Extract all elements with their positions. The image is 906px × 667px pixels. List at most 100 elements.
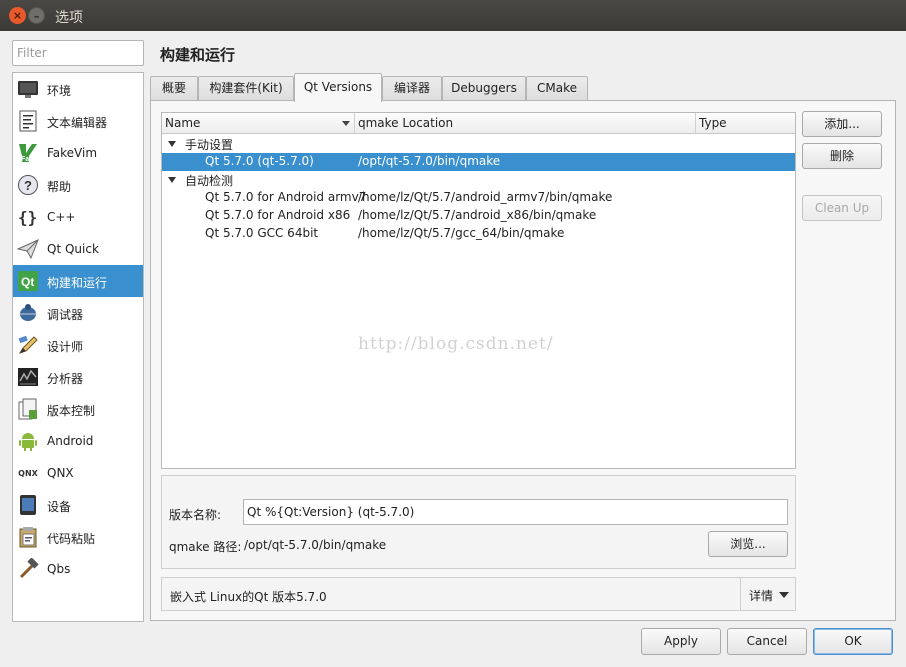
group-label: 手动设置 [185,138,234,152]
nav-item-help[interactable]: ? 帮助 [13,169,143,201]
column-header-type[interactable]: Type [696,113,795,134]
expander-down-icon[interactable] [168,141,176,147]
device-icon [17,494,39,516]
qmake-path-label: qmake 路径: [169,540,242,554]
table-row[interactable]: Qt 5.7.0 GCC 64bit /home/lz/Qt/5.7/gcc_6… [162,225,795,243]
version-name-label: 版本名称: [169,508,222,522]
nav-item-label: 文本编辑器 [47,116,108,130]
nav-item-label: QNX [47,466,74,480]
nav-item-version-control[interactable]: 版本控制 [13,393,143,425]
column-header-name[interactable]: Name [162,113,355,134]
tree-group-auto-detected[interactable]: 自动检测 [162,171,795,189]
tab-overview[interactable]: 概要 [150,76,198,101]
details-toggle-button[interactable]: 详情 [740,577,796,611]
nav-item-label: 设计师 [47,340,84,354]
tab-compilers[interactable]: 编译器 [382,76,442,101]
svg-text:Qt: Qt [21,275,34,289]
nav-item-fakevim[interactable]: Fake FakeVim [13,137,143,169]
code-paste-icon [17,526,39,548]
version-name-field[interactable] [243,499,788,525]
row-location: /home/lz/Qt/5.7/android_armv7/bin/qmake [358,190,613,204]
expander-down-icon[interactable] [168,177,176,183]
row-name: Qt 5.7.0 for Android armv7 [205,190,367,204]
nav-item-qnx[interactable]: QNX QNX [13,457,143,489]
tree-group-manual[interactable]: 手动设置 [162,135,795,153]
tab-kits[interactable]: 构建套件(Kit) [198,76,294,101]
android-icon [17,430,39,452]
nav-item-label: C++ [47,210,76,224]
category-list: 环境 文本编辑器 Fake FakeVim ? 帮助 {} C++ Qt Qui… [12,72,144,622]
nav-item-label: Qbs [47,562,71,576]
tree-header: Name qmake Location Type [162,113,795,134]
watermark: http://blog.csdn.net/ [358,334,554,354]
nav-item-qbs[interactable]: Qbs [13,553,143,585]
nav-item-environment[interactable]: 环境 [13,73,143,105]
chevron-down-icon [779,592,789,598]
cancel-button[interactable]: Cancel [727,628,807,655]
ok-label: OK [844,634,862,648]
svg-text:{}: {} [18,208,37,227]
row-name: Qt 5.7.0 (qt-5.7.0) [205,154,314,168]
nav-item-label: 版本控制 [47,404,96,418]
sort-down-icon [342,121,350,126]
braces-icon: {} [17,206,39,228]
filter-input[interactable] [12,40,144,66]
svg-text:Fake: Fake [21,156,37,163]
page-title: 构建和运行 [160,46,236,64]
minimize-icon: – [33,10,40,23]
window-minimize-button[interactable]: – [28,7,45,24]
title-bar: × – 选项 [0,0,906,31]
help-icon: ? [17,174,39,196]
column-header-location[interactable]: qmake Location [355,113,696,134]
nav-item-label: 调试器 [47,308,84,322]
cancel-label: Cancel [746,634,788,648]
browse-button[interactable]: 浏览... [708,531,788,557]
nav-item-devices[interactable]: 设备 [13,489,143,521]
fakevim-icon: Fake [17,142,39,164]
window-title: 选项 [55,10,83,26]
table-row[interactable]: Qt 5.7.0 (qt-5.7.0) /opt/qt-5.7.0/bin/qm… [162,153,795,171]
nav-item-text-editor[interactable]: 文本编辑器 [13,105,143,137]
nav-item-designer[interactable]: 设计师 [13,329,143,361]
qt-versions-tree[interactable]: Name qmake Location Type 手动设置 Qt 5.7.0 (… [161,112,796,469]
column-header-label: Name [165,116,201,130]
tab-debuggers[interactable]: Debuggers [442,76,526,101]
nav-item-label: Android [47,434,94,448]
text-editor-icon [17,110,39,132]
qnx-icon: QNX [18,468,38,478]
remove-button[interactable]: 删除 [802,143,882,169]
apply-button[interactable]: Apply [641,628,721,655]
nav-item-qt-quick[interactable]: Qt Quick [13,233,143,265]
apply-label: Apply [664,634,698,648]
add-button[interactable]: 添加... [802,111,882,137]
nav-item-label: Qt Quick [47,242,99,256]
clean-up-button[interactable]: Clean Up [802,195,882,221]
tab-qt-versions[interactable]: Qt Versions [294,73,382,102]
nav-item-code-paster[interactable]: 代码粘贴 [13,521,143,553]
monitor-icon [17,78,39,100]
nav-item-cpp[interactable]: {} C++ [13,201,143,233]
row-name: Qt 5.7.0 for Android x86 [205,208,351,222]
ok-button[interactable]: OK [813,628,893,655]
version-info-bar: 嵌入式 Linux的Qt 版本5.7.0 [161,577,796,611]
nav-item-label: 分析器 [47,372,84,386]
row-location: /home/lz/Qt/5.7/gcc_64/bin/qmake [358,226,565,240]
options-dialog: × – 选项 环境 文本编辑器 Fake FakeVim ? 帮 [0,0,906,667]
nav-item-analyzer[interactable]: 分析器 [13,361,143,393]
paper-plane-icon [17,238,39,260]
close-icon: × [12,9,23,22]
table-row[interactable]: Qt 5.7.0 for Android armv7 /home/lz/Qt/5… [162,189,795,207]
nav-item-android[interactable]: Android [13,425,143,457]
nav-item-build-and-run[interactable]: Qt 构建和运行 [13,265,143,297]
window-close-button[interactable]: × [9,7,26,24]
nav-item-debugger[interactable]: 调试器 [13,297,143,329]
qmake-path-value: /opt/qt-5.7.0/bin/qmake [244,538,387,552]
version-info-text: 嵌入式 Linux的Qt 版本5.7.0 [170,590,327,604]
nav-item-label: FakeVim [47,146,98,160]
row-location: /home/lz/Qt/5.7/android_x86/bin/qmake [358,208,597,222]
nav-item-label: 环境 [47,84,72,98]
row-name: Qt 5.7.0 GCC 64bit [205,226,319,240]
tab-cmake[interactable]: CMake [526,76,588,101]
table-row[interactable]: Qt 5.7.0 for Android x86 /home/lz/Qt/5.7… [162,207,795,225]
nav-item-label: 设备 [47,500,72,514]
